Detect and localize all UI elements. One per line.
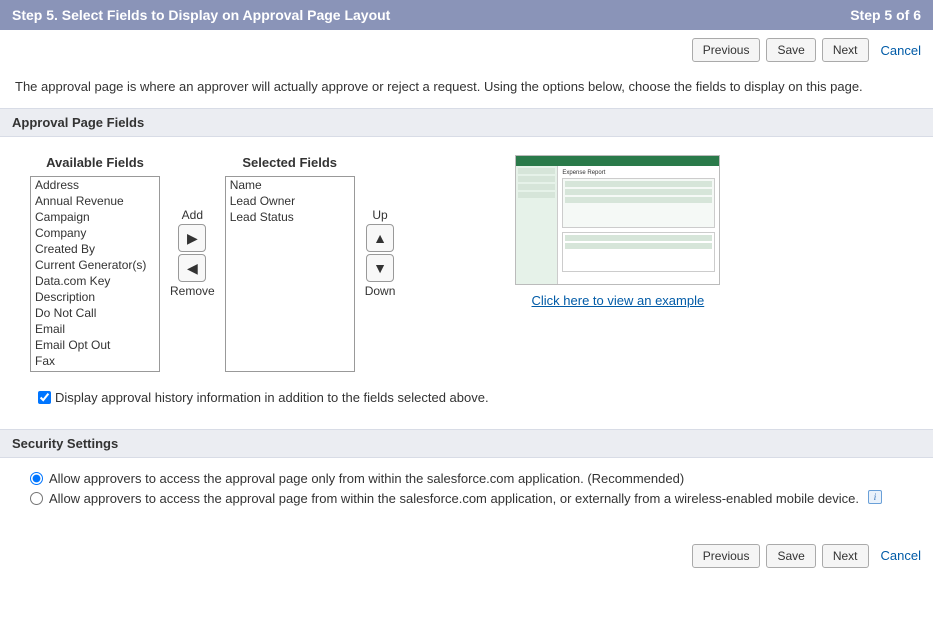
list-item[interactable]: Email Opt Out [31,337,159,353]
example-thumbnail[interactable]: Expense Report [515,155,720,285]
list-item[interactable]: Address [31,177,159,193]
save-button-bottom[interactable]: Save [766,544,815,568]
section-security-header: Security Settings [0,429,933,458]
down-label: Down [365,284,396,298]
info-icon[interactable]: i [868,490,882,504]
display-history-label[interactable]: Display approval history information in … [55,390,489,405]
list-item[interactable]: Name [226,177,354,193]
next-button-bottom[interactable]: Next [822,544,869,568]
security-option2-label[interactable]: Allow approvers to access the approval p… [49,490,859,508]
arrow-down-icon: ▼ [373,260,387,276]
section-security-body: Allow approvers to access the approval p… [0,458,933,535]
section-approval-fields-header: Approval Page Fields [0,108,933,137]
selected-fields-list[interactable]: NameLead OwnerLead Status [225,176,355,372]
list-item[interactable]: Annual Revenue [31,193,159,209]
available-fields-label: Available Fields [46,155,144,170]
bottom-button-bar: Previous Save Next Cancel [0,536,933,576]
list-item[interactable]: Email [31,321,159,337]
step-title: Step 5. Select Fields to Display on Appr… [12,7,390,23]
list-item[interactable]: Description [31,289,159,305]
add-button[interactable]: ▶ [178,224,206,252]
list-item[interactable]: Current Generator(s) [31,257,159,273]
instructions-text: The approval page is where an approver w… [0,70,933,108]
remove-button[interactable]: ◀ [178,254,206,282]
display-history-checkbox[interactable] [38,391,51,404]
security-option1-radio[interactable] [30,472,43,485]
arrow-up-icon: ▲ [373,230,387,246]
example-link[interactable]: Click here to view an example [532,293,705,308]
section-approval-fields-body: Available Fields AddressAnnual RevenueCa… [0,137,933,429]
previous-button-bottom[interactable]: Previous [692,544,761,568]
wizard-step-header: Step 5. Select Fields to Display on Appr… [0,0,933,30]
list-item[interactable]: Fax [31,353,159,369]
example-block: Expense Report Click here to view an exa… [515,155,720,308]
list-item[interactable]: Do Not Call [31,305,159,321]
cancel-link[interactable]: Cancel [881,43,921,58]
list-item[interactable]: Company [31,225,159,241]
list-item[interactable]: Data.com Key [31,273,159,289]
selected-fields-column: Selected Fields NameLead OwnerLead Statu… [225,155,355,372]
up-down-controls: Up ▲ ▼ Down [365,155,396,351]
add-remove-controls: Add ▶ ◀ Remove [170,155,215,351]
down-button[interactable]: ▼ [366,254,394,282]
next-button[interactable]: Next [822,38,869,62]
top-button-bar: Previous Save Next Cancel [0,30,933,70]
list-item[interactable]: Campaign [31,209,159,225]
up-label: Up [372,208,387,222]
arrow-left-icon: ◀ [187,260,198,277]
up-button[interactable]: ▲ [366,224,394,252]
previous-button[interactable]: Previous [692,38,761,62]
remove-label: Remove [170,284,215,298]
add-label: Add [182,208,203,222]
cancel-link-bottom[interactable]: Cancel [881,548,921,563]
list-item[interactable]: Fax Opt Out [31,369,159,372]
step-indicator: Step 5 of 6 [850,7,921,23]
selected-fields-label: Selected Fields [242,155,337,170]
available-fields-list[interactable]: AddressAnnual RevenueCampaignCompanyCrea… [30,176,160,372]
list-item[interactable]: Lead Owner [226,193,354,209]
list-item[interactable]: Lead Status [226,209,354,225]
security-option2-radio[interactable] [30,492,43,505]
list-item[interactable]: Created By [31,241,159,257]
available-fields-column: Available Fields AddressAnnual RevenueCa… [30,155,160,372]
save-button[interactable]: Save [766,38,815,62]
security-option1-label[interactable]: Allow approvers to access the approval p… [49,470,684,488]
arrow-right-icon: ▶ [187,230,198,247]
